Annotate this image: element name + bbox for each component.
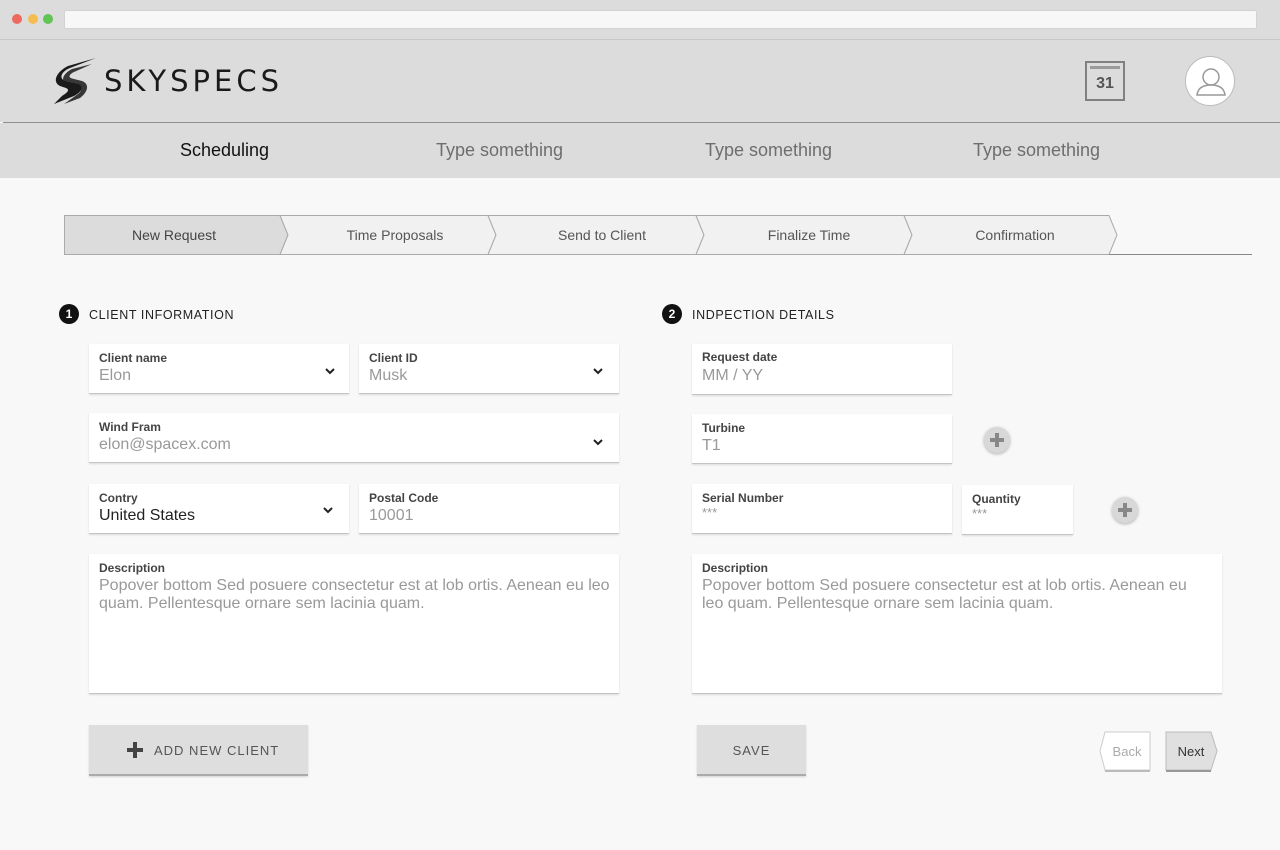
step-confirmation[interactable]: Confirmation bbox=[910, 227, 1120, 243]
chevron-down-icon[interactable] bbox=[591, 437, 605, 447]
field-label: Contry bbox=[99, 491, 138, 505]
next-label: Next bbox=[1177, 744, 1205, 759]
chevron-down-icon[interactable] bbox=[591, 366, 605, 376]
button-label: SAVE bbox=[732, 743, 771, 758]
field-label: Wind Fram bbox=[99, 420, 161, 434]
step-time-proposals[interactable]: Time Proposals bbox=[286, 227, 504, 243]
calendar-day: 31 bbox=[1096, 75, 1114, 92]
field-value: *** bbox=[702, 505, 718, 520]
button-label: ADD NEW CLIENT bbox=[154, 743, 280, 758]
plus-icon bbox=[127, 742, 143, 758]
field-value: *** bbox=[972, 506, 988, 521]
field-label: Description bbox=[702, 561, 769, 575]
field-value: United States bbox=[99, 507, 196, 524]
turbine-input[interactable]: Turbine T1 bbox=[692, 414, 952, 464]
plus-icon bbox=[990, 433, 1004, 447]
field-value: Popover bottom Sed posuere consectetur e… bbox=[99, 577, 610, 612]
maximize-window-dot[interactable] bbox=[43, 14, 53, 24]
user-icon bbox=[1196, 68, 1226, 96]
user-avatar[interactable] bbox=[1185, 56, 1235, 106]
step-send-to-client[interactable]: Send to Client bbox=[494, 227, 710, 243]
progress-stepper: New Request Time Proposals Send to Clien… bbox=[64, 215, 1252, 255]
minimize-window-dot[interactable] bbox=[28, 14, 38, 24]
step-finalize-time[interactable]: Finalize Time bbox=[702, 227, 916, 243]
nav-item-4[interactable]: Type something bbox=[973, 140, 1100, 161]
client-id-select[interactable]: Client ID Musk bbox=[359, 344, 619, 394]
serial-number-input[interactable]: Serial Number *** bbox=[692, 484, 952, 534]
address-bar[interactable] bbox=[64, 10, 1257, 29]
close-window-dot[interactable] bbox=[12, 14, 22, 24]
field-label: Client ID bbox=[369, 351, 418, 365]
client-name-select[interactable]: Client name Elon bbox=[89, 344, 349, 394]
add-new-client-button[interactable]: ADD NEW CLIENT bbox=[89, 725, 308, 776]
country-select[interactable]: Contry United States bbox=[89, 484, 349, 534]
skyspecs-logo-icon[interactable] bbox=[52, 56, 102, 106]
field-value: Popover bottom Sed posuere consectetur e… bbox=[702, 577, 1187, 612]
field-value: elon@spacex.com bbox=[99, 436, 231, 453]
field-label: Request date bbox=[702, 350, 778, 364]
field-value: Musk bbox=[369, 367, 408, 384]
field-label: Client name bbox=[99, 351, 168, 365]
field-value: T1 bbox=[702, 437, 721, 454]
request-date-input[interactable]: Request date MM / YY bbox=[692, 344, 952, 395]
field-value: 10001 bbox=[369, 507, 414, 524]
field-label: Turbine bbox=[702, 421, 746, 435]
field-label: Serial Number bbox=[702, 491, 784, 505]
field-value: Elon bbox=[99, 367, 132, 384]
field-label: Description bbox=[99, 561, 166, 575]
wind-farm-select[interactable]: Wind Fram elon@spacex.com bbox=[89, 413, 619, 463]
nav-item-3[interactable]: Type something bbox=[705, 140, 832, 161]
add-serial-button[interactable] bbox=[1112, 497, 1138, 523]
section-number-badge: 1 bbox=[59, 304, 79, 324]
nav-item-scheduling[interactable]: Scheduling bbox=[180, 140, 269, 161]
quantity-input[interactable]: Quantity *** bbox=[962, 485, 1073, 535]
save-button[interactable]: SAVE bbox=[697, 725, 806, 776]
plus-icon bbox=[1118, 503, 1132, 517]
next-button[interactable]: Next bbox=[1165, 731, 1218, 773]
main-nav: Scheduling Type something Type something… bbox=[0, 123, 1280, 178]
step-new-request[interactable]: New Request bbox=[64, 227, 284, 243]
section-title-client: CLIENT INFORMATION bbox=[89, 308, 235, 322]
client-description-textarea[interactable]: Description Popover bottom Sed posuere c… bbox=[89, 554, 619, 694]
field-label: Quantity bbox=[972, 492, 1021, 506]
logo-wordmark: SKYSPECS bbox=[104, 64, 283, 98]
chevron-down-icon[interactable] bbox=[323, 366, 337, 376]
field-value: MM / YY bbox=[702, 367, 764, 384]
calendar-icon[interactable]: 31 bbox=[1085, 61, 1125, 101]
field-label: Postal Code bbox=[369, 491, 439, 505]
section-number-badge: 2 bbox=[662, 304, 682, 324]
back-label: Back bbox=[1112, 744, 1142, 759]
back-button[interactable]: Back bbox=[1099, 731, 1151, 773]
add-turbine-button[interactable] bbox=[984, 427, 1010, 453]
calendar-bar bbox=[1090, 66, 1120, 69]
inspection-description-textarea[interactable]: Description Popover bottom Sed posuere c… bbox=[692, 554, 1222, 694]
chevron-down-icon[interactable] bbox=[321, 505, 335, 515]
section-title-inspection: INDPECTION DETAILS bbox=[692, 308, 835, 322]
nav-item-2[interactable]: Type something bbox=[436, 140, 563, 161]
postal-code-input[interactable]: Postal Code 10001 bbox=[359, 484, 619, 534]
browser-chrome bbox=[0, 0, 1280, 40]
